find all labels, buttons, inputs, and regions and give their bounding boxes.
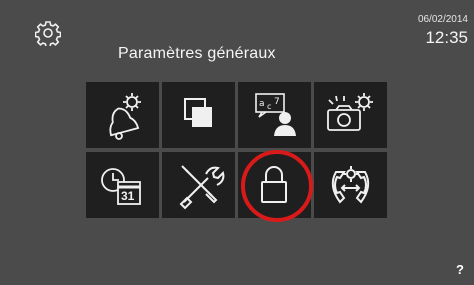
tile-bell-settings[interactable] [86, 82, 159, 148]
help-button[interactable]: ? [456, 262, 464, 277]
tile-lock[interactable] [238, 152, 311, 218]
tools-icon [179, 165, 225, 210]
date-display: 06/02/2014 [417, 14, 468, 25]
tile-camera-settings[interactable] [314, 82, 387, 148]
settings-grid: a c 7 31 [86, 82, 388, 218]
camera-gear-icon [327, 93, 373, 131]
tile-language-user[interactable]: a c 7 [238, 82, 311, 148]
page-title: Paramètres généraux [118, 45, 276, 62]
padlock-icon [261, 166, 287, 203]
svg-text:c: c [267, 102, 271, 111]
calendar-day-label: 31 [121, 189, 135, 203]
tile-screens[interactable] [162, 82, 235, 148]
overlapping-squares-icon [184, 98, 212, 127]
svg-text:a: a [259, 99, 265, 109]
bell-gear-icon [109, 93, 141, 140]
clock-calendar-icon [101, 168, 141, 205]
tile-tools[interactable] [162, 152, 235, 218]
language-user-icon: a c 7 [255, 93, 296, 136]
tile-call-transfer-settings[interactable] [314, 152, 387, 218]
gear-icon[interactable] [34, 20, 62, 48]
handset-gear-icon [331, 166, 370, 204]
time-display: 12:35 [425, 28, 468, 47]
svg-text:7: 7 [274, 97, 280, 107]
tile-date-time[interactable]: 31 [86, 152, 159, 218]
